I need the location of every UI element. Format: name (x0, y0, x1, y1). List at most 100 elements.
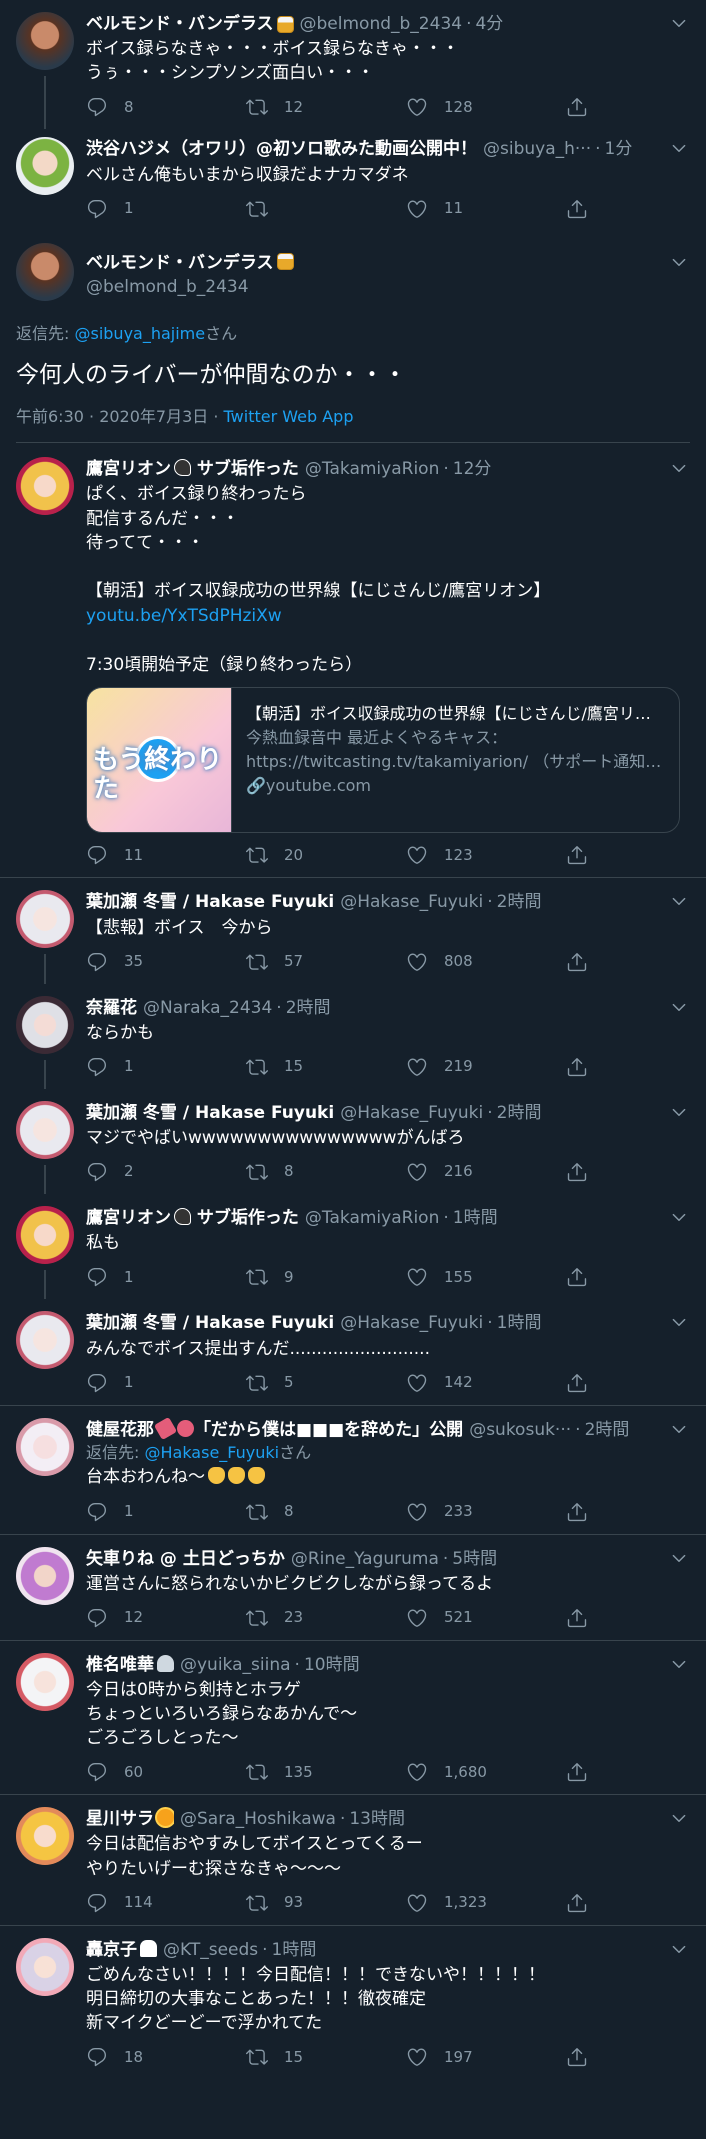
avatar[interactable] (16, 1652, 74, 1711)
retweet-button[interactable]: 9 (246, 1266, 406, 1288)
like-button[interactable]: 808 (406, 951, 566, 973)
display-name[interactable]: 鷹宮リオン サブ垢作った (86, 1206, 299, 1230)
like-button[interactable]: 197 (406, 2046, 566, 2068)
tweet-time[interactable]: 1分 (605, 137, 633, 161)
avatar[interactable] (16, 1417, 74, 1476)
like-button[interactable]: 128 (406, 96, 566, 118)
retweet-button[interactable]: 20 (246, 844, 406, 866)
share-button[interactable] (566, 1607, 604, 1629)
avatar[interactable] (16, 12, 74, 70)
chevron-down-icon[interactable] (670, 1420, 688, 1438)
tweet[interactable]: 渋谷ハジメ（オワリ）@初ソロ歌みた動画公開中！ @sibuya_h··· · 1… (0, 129, 706, 230)
avatar[interactable] (16, 137, 74, 196)
link-card[interactable]: もう終わりた 【朝活】ボイス収録成功の世界線【にじさんじ/鷹宮リオン】 今熱血録… (86, 687, 680, 834)
display-name[interactable]: 渋谷ハジメ（オワリ）@初ソロ歌みた動画公開中！ (86, 137, 477, 161)
tweet-time[interactable]: 5時間 (452, 1547, 497, 1571)
avatar[interactable] (16, 1311, 74, 1370)
like-button[interactable]: 123 (406, 844, 566, 866)
user-handle[interactable]: @TakamiyaRion (305, 1206, 439, 1230)
tweet[interactable]: 椎名唯華 @yuika_siina · 10時間 今日は0時から剣持とホラゲ ち… (0, 1641, 706, 1796)
reply-to-link[interactable]: @Hakase_Fuyuki (144, 1443, 279, 1462)
chevron-down-icon[interactable] (670, 139, 688, 157)
reply-button[interactable]: 2 (86, 1161, 246, 1183)
avatar[interactable] (16, 1100, 74, 1159)
tweet[interactable]: 鷹宮リオン サブ垢作った @TakamiyaRion · 1時間 私も 1 9 … (0, 1194, 706, 1300)
user-handle[interactable]: @KT_seeds (163, 1938, 258, 1962)
tweet-time[interactable]: 4分 (475, 12, 503, 36)
avatar[interactable] (16, 242, 74, 301)
reply-button[interactable]: 60 (86, 1761, 246, 1783)
share-button[interactable] (566, 844, 604, 866)
display-name[interactable]: 奈羅花 (86, 996, 137, 1020)
user-handle[interactable]: @sibuya_h··· (483, 137, 591, 161)
retweet-button[interactable]: 57 (246, 951, 406, 973)
user-handle[interactable]: @Hakase_Fuyuki (340, 1311, 483, 1335)
share-button[interactable] (566, 1266, 604, 1288)
share-button[interactable] (566, 1501, 604, 1523)
like-button[interactable]: 233 (406, 1501, 566, 1523)
share-button[interactable] (566, 96, 604, 118)
chevron-down-icon[interactable] (670, 253, 688, 271)
user-handle[interactable]: @yuika_siina (180, 1653, 291, 1677)
reply-button[interactable]: 11 (86, 844, 246, 866)
user-handle[interactable]: @Hakase_Fuyuki (340, 890, 483, 914)
tweet[interactable]: 星川サラ @Sara_Hoshikawa · 13時間 今日は配信おやすみしてボ… (0, 1795, 706, 1926)
reply-button[interactable]: 8 (86, 96, 246, 118)
client-link[interactable]: Twitter Web App (224, 407, 354, 426)
tweet-time[interactable]: 12分 (453, 457, 492, 481)
reply-button[interactable]: 18 (86, 2046, 246, 2068)
display-name[interactable]: 鷹宮リオン サブ垢作った (86, 457, 299, 481)
reply-button[interactable]: 114 (86, 1892, 246, 1914)
reply-button[interactable]: 35 (86, 951, 246, 973)
tweet-datetime[interactable]: 午前6:30 · 2020年7月3日 · (16, 407, 224, 426)
like-button[interactable]: 521 (406, 1607, 566, 1629)
avatar[interactable] (16, 1807, 74, 1866)
reply-button[interactable]: 1 (86, 1056, 246, 1078)
retweet-button[interactable]: 8 (246, 1161, 406, 1183)
chevron-down-icon[interactable] (670, 1313, 688, 1331)
display-name[interactable]: 矢車りね @ 土日どっちか (86, 1547, 285, 1571)
tweet-time[interactable]: 1時間 (453, 1206, 498, 1230)
display-name[interactable]: 星川サラ (86, 1807, 174, 1831)
display-name[interactable]: 葉加瀬 冬雪 / Hakase Fuyuki (86, 1311, 334, 1335)
like-button[interactable]: 11 (406, 198, 566, 220)
user-handle[interactable]: @Rine_Yaguruma (291, 1547, 439, 1571)
like-button[interactable]: 219 (406, 1056, 566, 1078)
tweet-time[interactable]: 2時間 (497, 1101, 542, 1125)
tweet-time[interactable]: 10時間 (304, 1653, 360, 1677)
display-name[interactable]: 葉加瀬 冬雪 / Hakase Fuyuki (86, 1101, 334, 1125)
retweet-button[interactable]: 15 (246, 1056, 406, 1078)
display-name[interactable]: 葉加瀬 冬雪 / Hakase Fuyuki (86, 890, 334, 914)
user-handle[interactable]: @TakamiyaRion (305, 457, 439, 481)
chevron-down-icon[interactable] (670, 1809, 688, 1827)
tweet[interactable]: 鷹宮リオン サブ垢作った @TakamiyaRion · 12分 ぱく、ボイス録… (0, 443, 706, 879)
tweet[interactable]: 葉加瀬 冬雪 / Hakase Fuyuki @Hakase_Fuyuki · … (0, 878, 706, 984)
like-button[interactable]: 216 (406, 1161, 566, 1183)
avatar[interactable] (16, 1546, 74, 1605)
chevron-down-icon[interactable] (670, 892, 688, 910)
retweet-button[interactable]: 135 (246, 1761, 406, 1783)
user-handle[interactable]: @Naraka_2434 (143, 996, 272, 1020)
display-name[interactable]: ベルモンド・バンデラス (86, 12, 274, 36)
share-button[interactable] (566, 2046, 604, 2068)
reply-button[interactable]: 1 (86, 198, 246, 220)
retweet-button[interactable]: 12 (246, 96, 406, 118)
tweet[interactable]: 奈羅花 @Naraka_2434 · 2時間 ならかも 1 15 219 (0, 984, 706, 1089)
tweet[interactable]: ベルモンド・バンデラス @belmond_b_2434 · 4分 ボイス録らなき… (0, 0, 706, 130)
tweet-time[interactable]: 2時間 (585, 1418, 630, 1442)
like-button[interactable]: 142 (406, 1372, 566, 1394)
tweet[interactable]: 健屋花那 「だから僕は■■■を辞めた」公開 @sukosuk··· · 2時間 返… (0, 1406, 706, 1535)
chevron-down-icon[interactable] (670, 14, 688, 32)
retweet-button[interactable]: 93 (246, 1892, 406, 1914)
user-handle[interactable]: @Sara_Hoshikawa (180, 1807, 336, 1831)
user-handle[interactable]: @Hakase_Fuyuki (340, 1101, 483, 1125)
tweet-time[interactable]: 2時間 (497, 890, 542, 914)
tweet[interactable]: 葉加瀬 冬雪 / Hakase Fuyuki @Hakase_Fuyuki · … (0, 1299, 706, 1404)
tweet[interactable]: 葉加瀬 冬雪 / Hakase Fuyuki @Hakase_Fuyuki · … (0, 1089, 706, 1195)
reply-button[interactable]: 1 (86, 1266, 246, 1288)
chevron-down-icon[interactable] (670, 998, 688, 1016)
tweet[interactable]: 矢車りね @ 土日どっちか @Rine_Yaguruma · 5時間 運営さんに… (0, 1535, 706, 1641)
chevron-down-icon[interactable] (670, 1549, 688, 1567)
share-button[interactable] (566, 198, 604, 220)
user-handle[interactable]: @belmond_b_2434 (86, 275, 249, 299)
